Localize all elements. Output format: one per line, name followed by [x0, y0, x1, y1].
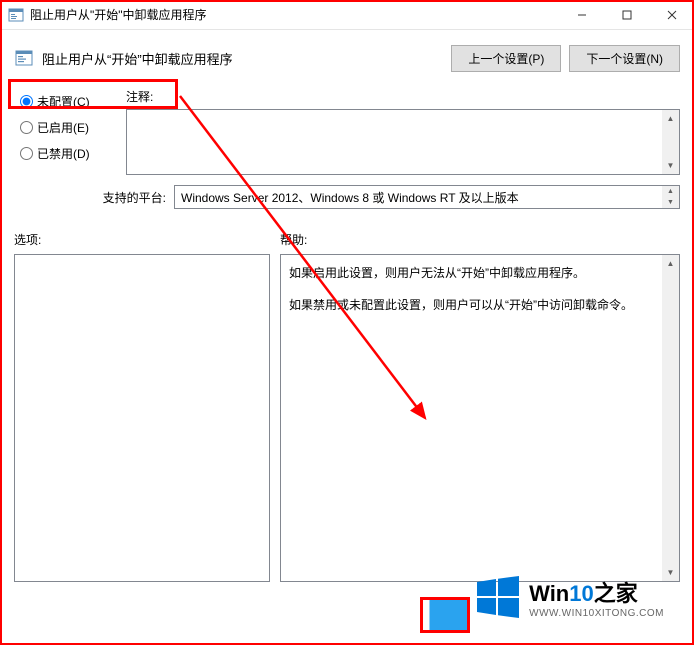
options-label: 选项: — [14, 231, 280, 248]
radio-not-configured-label: 未配置(C) — [37, 93, 90, 110]
policy-icon — [14, 48, 34, 68]
watermark-title: Win10之家 — [529, 576, 664, 608]
minimize-button[interactable] — [559, 0, 604, 29]
help-label: 帮助: — [280, 231, 680, 248]
scroll-up-icon[interactable]: ▲ — [662, 255, 679, 272]
previous-setting-button[interactable]: 上一个设置(P) — [451, 45, 561, 72]
help-paragraph-2: 如果禁用或未配置此设置，则用户可以从“开始”中访问卸载命令。 — [289, 295, 657, 315]
scroll-up-icon[interactable]: ▲ — [662, 110, 679, 127]
platform-label: 支持的平台: — [14, 189, 174, 206]
scroll-down-icon[interactable]: ▼ — [662, 197, 679, 208]
help-scrollbar[interactable]: ▲ ▼ — [662, 255, 679, 581]
comment-label: 注释: — [126, 88, 680, 105]
app-icon — [8, 7, 24, 23]
next-setting-button[interactable]: 下一个设置(N) — [569, 45, 680, 72]
scroll-up-icon[interactable]: ▲ — [662, 186, 679, 197]
windows-logo-icon — [475, 574, 521, 620]
watermark-url: WWW.WIN10XITONG.COM — [529, 608, 664, 619]
watermark: Win10之家 WWW.WIN10XITONG.COM — [475, 574, 664, 620]
radio-enabled[interactable]: 已启用(E) — [14, 114, 114, 140]
radio-disabled-label: 已禁用(D) — [37, 145, 90, 162]
radio-not-configured-input[interactable] — [20, 95, 33, 108]
close-button[interactable] — [649, 0, 694, 29]
platform-value: Windows Server 2012、Windows 8 或 Windows … — [181, 189, 519, 206]
window-controls — [559, 0, 694, 29]
comment-scrollbar[interactable]: ▲ ▼ — [662, 110, 679, 174]
radio-group: 未配置(C) 已启用(E) 已禁用(D) — [14, 88, 114, 166]
platform-scrollbar[interactable]: ▲ ▼ — [662, 186, 679, 208]
options-pane — [14, 254, 270, 582]
radio-not-configured[interactable]: 未配置(C) — [14, 88, 114, 114]
titlebar: 阻止用户从"开始"中卸载应用程序 — [0, 0, 694, 30]
platform-textbox: Windows Server 2012、Windows 8 或 Windows … — [174, 185, 680, 209]
scroll-down-icon[interactable]: ▼ — [662, 157, 679, 174]
help-pane: 如果启用此设置，则用户无法从“开始”中卸载应用程序。 如果禁用或未配置此设置，则… — [280, 254, 680, 582]
maximize-button[interactable] — [604, 0, 649, 29]
radio-disabled[interactable]: 已禁用(D) — [14, 140, 114, 166]
help-paragraph-1: 如果启用此设置，则用户无法从“开始”中卸载应用程序。 — [289, 263, 657, 283]
radio-disabled-input[interactable] — [20, 147, 33, 160]
policy-title: 阻止用户从“开始”中卸载应用程序 — [42, 49, 443, 68]
radio-enabled-label: 已启用(E) — [37, 119, 89, 136]
comment-textbox[interactable]: ▲ ▼ — [126, 109, 680, 175]
window-title: 阻止用户从"开始"中卸载应用程序 — [30, 6, 559, 23]
radio-enabled-input[interactable] — [20, 121, 33, 134]
header-row: 阻止用户从“开始”中卸载应用程序 上一个设置(P) 下一个设置(N) — [14, 40, 680, 76]
scroll-down-icon[interactable]: ▼ — [662, 564, 679, 581]
annotation-badge-highlight — [420, 597, 470, 633]
